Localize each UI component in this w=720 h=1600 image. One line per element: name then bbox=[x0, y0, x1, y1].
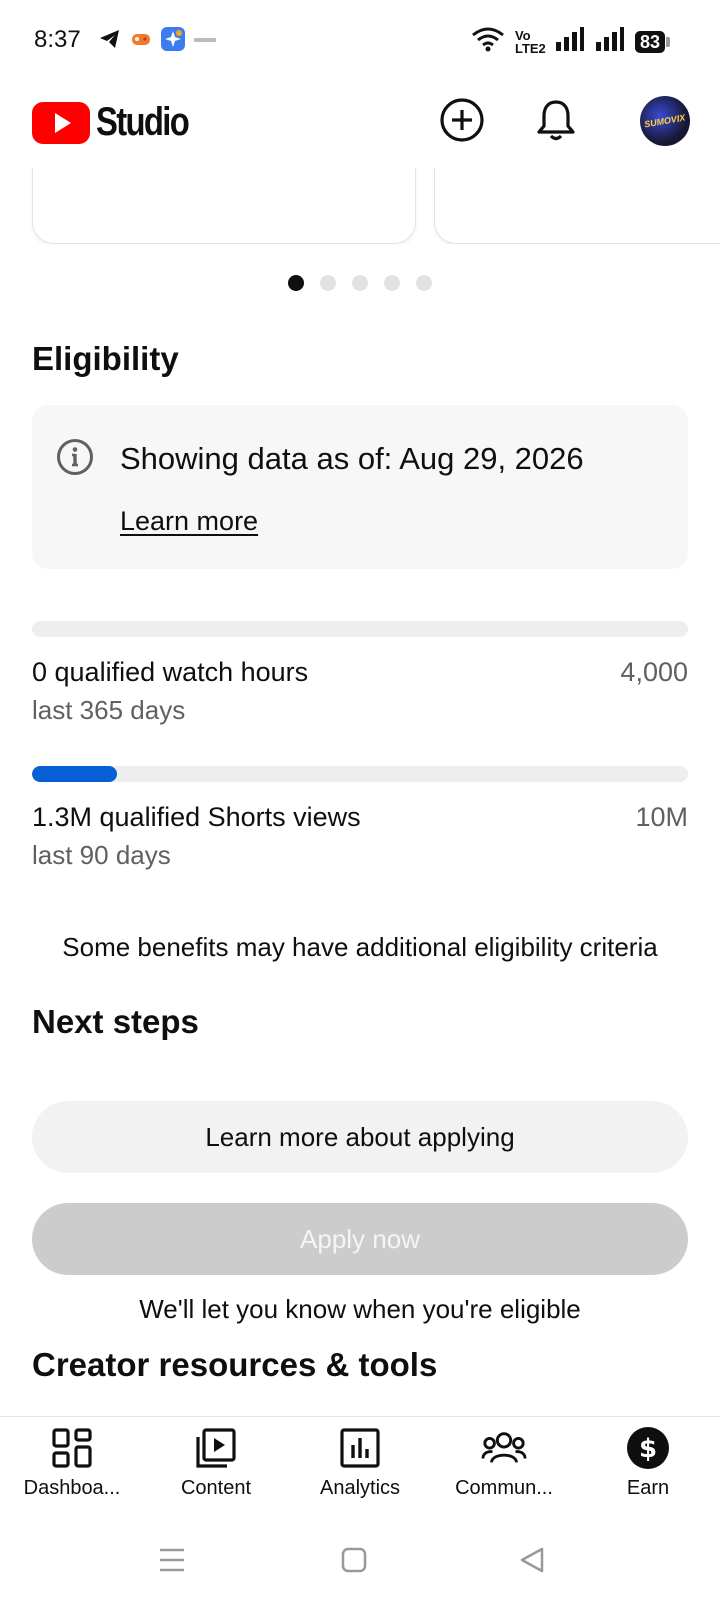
system-navigation-bar bbox=[0, 1516, 720, 1600]
brand-name: Studio bbox=[96, 100, 190, 144]
menu-icon[interactable] bbox=[152, 1540, 192, 1580]
apply-now-button[interactable]: Apply now bbox=[32, 1203, 688, 1275]
info-icon bbox=[57, 439, 93, 475]
youtube-logo-icon bbox=[32, 101, 90, 144]
nav-community-label: Commun... bbox=[455, 1477, 553, 1499]
data-freshness-banner: Showing data as of: Aug 29, 2026 Learn m… bbox=[32, 405, 688, 569]
content-icon bbox=[193, 1425, 239, 1471]
carousel-dot[interactable] bbox=[416, 275, 432, 291]
bottom-navigation: Dashboa... Content Analytics Commun... $… bbox=[0, 1416, 720, 1514]
small-app-icon bbox=[194, 35, 216, 48]
next-steps-title: Next steps bbox=[32, 1003, 199, 1040]
carousel-dot[interactable] bbox=[320, 275, 336, 291]
nav-content[interactable]: Content bbox=[144, 1425, 288, 1500]
shorts-views-period: last 90 days bbox=[32, 840, 171, 870]
watch-hours-period: last 365 days bbox=[32, 695, 186, 725]
add-circle-icon bbox=[440, 98, 484, 142]
shorts-views-progress bbox=[32, 766, 688, 782]
app-star-icon bbox=[160, 26, 186, 57]
dashboard-icon bbox=[49, 1425, 95, 1471]
network-type-label: Vo LTE2 bbox=[514, 27, 546, 56]
carousel-indicator bbox=[0, 275, 720, 291]
carousel-dot[interactable] bbox=[384, 275, 400, 291]
app-header: Studio SUMOVIX bbox=[0, 84, 720, 168]
game-icon bbox=[130, 28, 152, 55]
nav-content-label: Content bbox=[180, 1477, 252, 1499]
nav-earn-label: Earn bbox=[626, 1477, 670, 1499]
analytics-icon bbox=[337, 1425, 383, 1471]
telegram-icon bbox=[98, 27, 122, 56]
nav-community[interactable]: Commun... bbox=[432, 1425, 576, 1500]
earn-icon: $ bbox=[625, 1425, 671, 1471]
bell-icon bbox=[537, 100, 575, 141]
status-right-icons: Vo LTE2 83 bbox=[471, 26, 670, 57]
data-date-text: Showing data as of: Aug 29, 2026 bbox=[120, 441, 584, 476]
community-icon bbox=[481, 1425, 527, 1471]
create-button[interactable] bbox=[438, 96, 486, 144]
home-icon[interactable] bbox=[334, 1540, 374, 1580]
battery-icon: 83 bbox=[634, 30, 670, 53]
nav-dashboard[interactable]: Dashboa... bbox=[0, 1425, 144, 1500]
eligibility-note: Some benefits may have additional eligib… bbox=[62, 932, 658, 962]
watch-hours-progress bbox=[32, 621, 688, 637]
shorts-views-label: 1.3M qualified Shorts views bbox=[32, 802, 361, 832]
status-time: 8:37 bbox=[34, 26, 81, 53]
status-left-icons bbox=[98, 26, 216, 57]
watch-hours-target: 4,000 bbox=[620, 657, 688, 687]
learn-more-link[interactable]: Learn more bbox=[120, 506, 258, 537]
wifi-icon bbox=[471, 26, 505, 57]
creator-resources-title: Creator resources & tools bbox=[32, 1346, 438, 1383]
carousel-dot[interactable] bbox=[288, 275, 304, 291]
learn-more-applying-button[interactable]: Learn more about applying bbox=[32, 1101, 688, 1173]
battery-level: 83 bbox=[634, 30, 665, 53]
avatar[interactable]: SUMOVIX bbox=[640, 96, 690, 146]
back-icon[interactable] bbox=[512, 1540, 552, 1580]
nav-analytics-label: Analytics bbox=[319, 1477, 401, 1499]
status-bar: 8:37 Vo LTE2 83 bbox=[0, 0, 720, 84]
nav-dashboard-label: Dashboa... bbox=[23, 1477, 121, 1499]
carousel-dot[interactable] bbox=[352, 275, 368, 291]
apply-eligibility-note: We'll let you know when you're eligible bbox=[139, 1294, 581, 1324]
avatar-text: SUMOVIX bbox=[643, 112, 687, 130]
signal-icon bbox=[555, 26, 585, 57]
watch-hours-label: 0 qualified watch hours bbox=[32, 657, 309, 687]
shorts-views-progress-fill bbox=[32, 766, 118, 782]
notifications-button[interactable] bbox=[532, 96, 580, 144]
nav-analytics[interactable]: Analytics bbox=[288, 1425, 432, 1500]
studio-logo[interactable]: Studio bbox=[32, 100, 208, 145]
nav-earn[interactable]: $ Earn bbox=[576, 1425, 720, 1500]
eligibility-title: Eligibility bbox=[32, 340, 179, 377]
svg-text:$: $ bbox=[639, 1434, 657, 1464]
signal-icon bbox=[595, 26, 625, 57]
shorts-views-target: 10M bbox=[635, 802, 688, 832]
